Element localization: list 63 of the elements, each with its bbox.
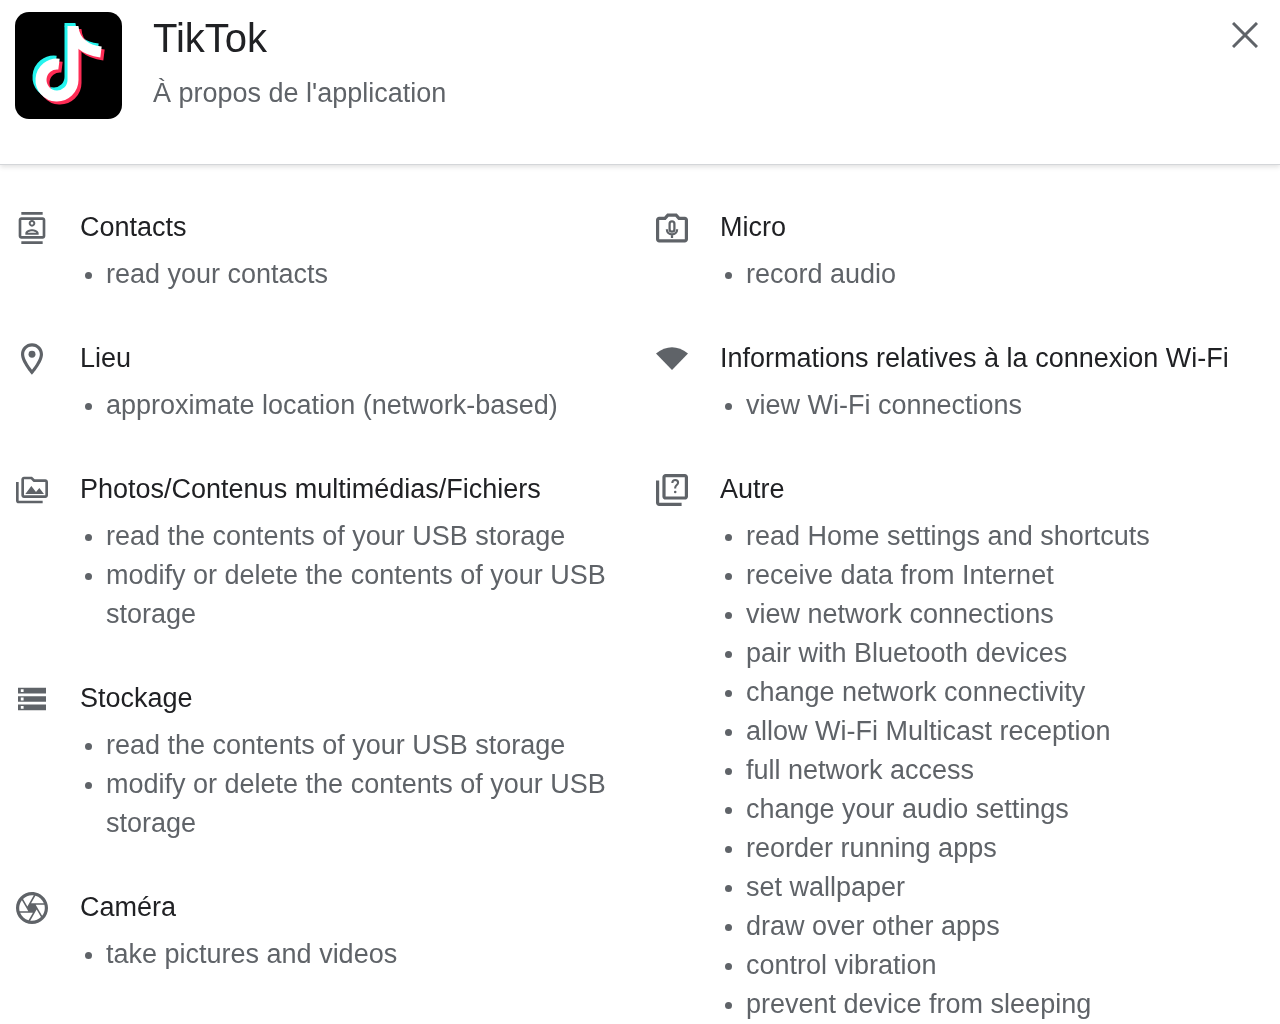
permission-text: prevent device from sleeping [746, 988, 1092, 1021]
bullet-icon [725, 768, 732, 775]
permission-group-title: Informations relatives à la connexion Wi-Fi [720, 342, 1230, 375]
bullet-icon [725, 651, 732, 658]
permission-text: receive data from Internet [746, 559, 1054, 592]
app-logo-icon [15, 12, 122, 119]
permission-text: read your contacts [106, 258, 329, 291]
bullet-icon [85, 403, 92, 410]
bullet-icon [85, 573, 92, 580]
permission-text: change network connectivity [746, 676, 1086, 709]
bullet-icon [85, 743, 92, 750]
permission-text: pair with Bluetooth devices [746, 637, 1068, 670]
permission-text: read Home settings and shortcuts [746, 520, 1150, 553]
permission-group-title: Micro [720, 211, 787, 244]
bullet-icon [725, 807, 732, 814]
bullet-icon [725, 729, 732, 736]
permission-text: control vibration [746, 949, 937, 982]
contact-card-icon [16, 211, 48, 244]
permission-text: set wallpaper [746, 871, 906, 904]
bullet-icon [85, 534, 92, 541]
bullet-icon [725, 690, 732, 697]
permission-group-title: Photos/Contenus multimédias/Fichiers [80, 473, 542, 506]
permission-group-title: Stockage [80, 682, 194, 715]
app-name: TikTok [153, 15, 269, 62]
permission-text: record audio [746, 258, 897, 291]
camera-mic-icon [656, 211, 688, 244]
permission-text: reorder running apps [746, 832, 997, 865]
permission-text: allow Wi-Fi Multicast reception [746, 715, 1111, 748]
permission-text: view network connections [746, 598, 1054, 631]
storage-icon [18, 686, 46, 711]
bullet-icon [85, 952, 92, 959]
permission-text: full network access [746, 754, 975, 787]
permission-text: modify or delete the contents of your USB storage [106, 768, 607, 840]
question-mark-icon [656, 473, 688, 506]
permission-text: draw over other apps [746, 910, 1000, 943]
permission-group-title: Contacts [80, 211, 188, 244]
close-icon [1232, 22, 1258, 48]
wifi-icon [656, 347, 688, 370]
permission-text: approximate location (network-based) [106, 389, 558, 422]
bullet-icon [725, 963, 732, 970]
permission-text: modify or delete the contents of your USB storage [106, 559, 607, 631]
bullet-icon [85, 272, 92, 279]
location-pin-icon [21, 342, 43, 375]
permission-text: view Wi-Fi connections [746, 389, 1023, 422]
bullet-icon [725, 403, 732, 410]
bullet-icon [725, 612, 732, 619]
permission-group-title: Lieu [80, 342, 133, 375]
camera-aperture-icon [16, 891, 48, 924]
bullet-icon [725, 573, 732, 580]
permission-group-title: Autre [720, 473, 786, 506]
app-subtitle: À propos de l'application [153, 77, 447, 110]
bullet-icon [85, 782, 92, 789]
bullet-icon [725, 885, 732, 892]
bullet-icon [725, 1002, 732, 1009]
permission-text: read the contents of your USB storage [106, 520, 566, 553]
permission-text: take pictures and videos [106, 938, 398, 971]
permission-group-title: Caméra [80, 891, 178, 924]
permission-text: change your audio settings [746, 793, 1069, 826]
bullet-icon [725, 924, 732, 931]
bullet-icon [725, 534, 732, 541]
permission-text: read the contents of your USB storage [106, 729, 566, 762]
bullet-icon [725, 272, 732, 279]
bullet-icon [725, 846, 732, 853]
